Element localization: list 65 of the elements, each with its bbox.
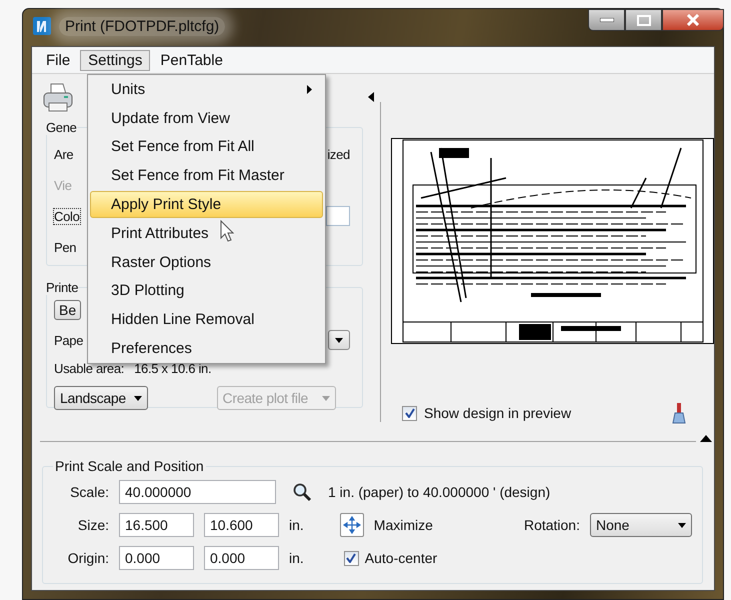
maximize-icon-button[interactable]: [340, 513, 364, 537]
printer-button[interactable]: Be: [54, 300, 82, 320]
usable-area-label: Usable area:: [54, 360, 124, 376]
origin-x-field[interactable]: 0.000: [119, 546, 194, 570]
magnifier-icon[interactable]: [292, 482, 312, 502]
area-label: Are: [54, 146, 74, 162]
rotation-dropdown[interactable]: None: [590, 513, 692, 537]
unit-label: in.: [289, 517, 304, 533]
collapse-up-icon[interactable]: [700, 435, 712, 442]
scale-label: Scale:: [69, 484, 109, 500]
brush-icon[interactable]: [672, 402, 686, 424]
origin-label: Origin:: [66, 550, 109, 566]
checkbox[interactable]: [402, 406, 417, 420]
checkbox-label[interactable]: Show design in preview: [424, 405, 572, 421]
menu-item[interactable]: Units: [90, 76, 323, 103]
view-label: Vie: [54, 178, 72, 192]
collapse-left-icon[interactable]: [368, 92, 374, 102]
menu-item[interactable]: Apply Print Style: [90, 191, 323, 218]
menu-item[interactable]: Raster Options: [90, 248, 323, 276]
menu-item[interactable]: Preferences: [90, 335, 323, 362]
maximize-icon: [636, 14, 650, 26]
size-label: Size:: [76, 517, 109, 533]
height-field[interactable]: 10.600: [204, 513, 279, 537]
input-field[interactable]: [326, 206, 350, 226]
group-title: Gene: [46, 120, 77, 135]
unit-label: in.: [289, 550, 304, 566]
menu-item[interactable]: Set Fence from Fit All: [90, 134, 323, 160]
maximize-button[interactable]: [625, 9, 662, 31]
printer-icon[interactable]: [42, 81, 74, 113]
menu-bar-item[interactable]: Settings: [80, 50, 150, 70]
rotation-label: Rotation:: [524, 517, 580, 533]
paper-dropdown[interactable]: [328, 330, 350, 350]
checkbox-label[interactable]: Auto-center: [364, 550, 438, 566]
paper-label: Pape: [54, 332, 84, 348]
caret-icon: [134, 396, 142, 400]
caret-icon: [322, 396, 330, 400]
maximize-label[interactable]: Maximize: [374, 517, 433, 533]
window-title: Print (FDOTPDF.pltcfg): [59, 16, 226, 36]
pen-label: Pen: [54, 240, 76, 254]
color-label[interactable]: Colo: [54, 208, 80, 224]
area-value: ized: [327, 146, 350, 162]
checkbox[interactable]: [344, 550, 359, 566]
group-title: Printe: [46, 280, 78, 295]
scale-description: 1 in. (paper) to 40.000000 ' (design): [328, 484, 550, 500]
origin-y-field[interactable]: 0.000: [204, 546, 279, 570]
minimize-button[interactable]: [588, 9, 625, 31]
caret-icon: [335, 338, 343, 342]
menu-item[interactable]: Print Attributes: [90, 220, 323, 247]
orientation-dropdown[interactable]: Landscape: [54, 386, 148, 410]
width-field[interactable]: 16.500: [119, 513, 194, 537]
minimize-icon: [600, 18, 614, 22]
app-logo-icon: [33, 17, 51, 35]
menu-bar-item[interactable]: PenTable: [152, 50, 231, 70]
caret-icon: [678, 522, 686, 528]
menu-bar-item[interactable]: File: [38, 50, 78, 70]
menu-item[interactable]: Hidden Line Removal: [90, 306, 323, 334]
menu-item[interactable]: Update from View: [90, 104, 323, 132]
cursor-icon: [220, 220, 234, 242]
group-title: Print Scale and Position: [54, 458, 205, 474]
close-icon: [686, 14, 700, 26]
menu-item[interactable]: 3D Plotting: [90, 278, 323, 304]
usable-area-value: 16.5 x 10.6 in.: [134, 360, 212, 376]
menu-item[interactable]: Set Fence from Fit Master: [90, 162, 323, 190]
scale-field[interactable]: 40.000000: [119, 480, 276, 504]
close-button[interactable]: [662, 9, 724, 31]
